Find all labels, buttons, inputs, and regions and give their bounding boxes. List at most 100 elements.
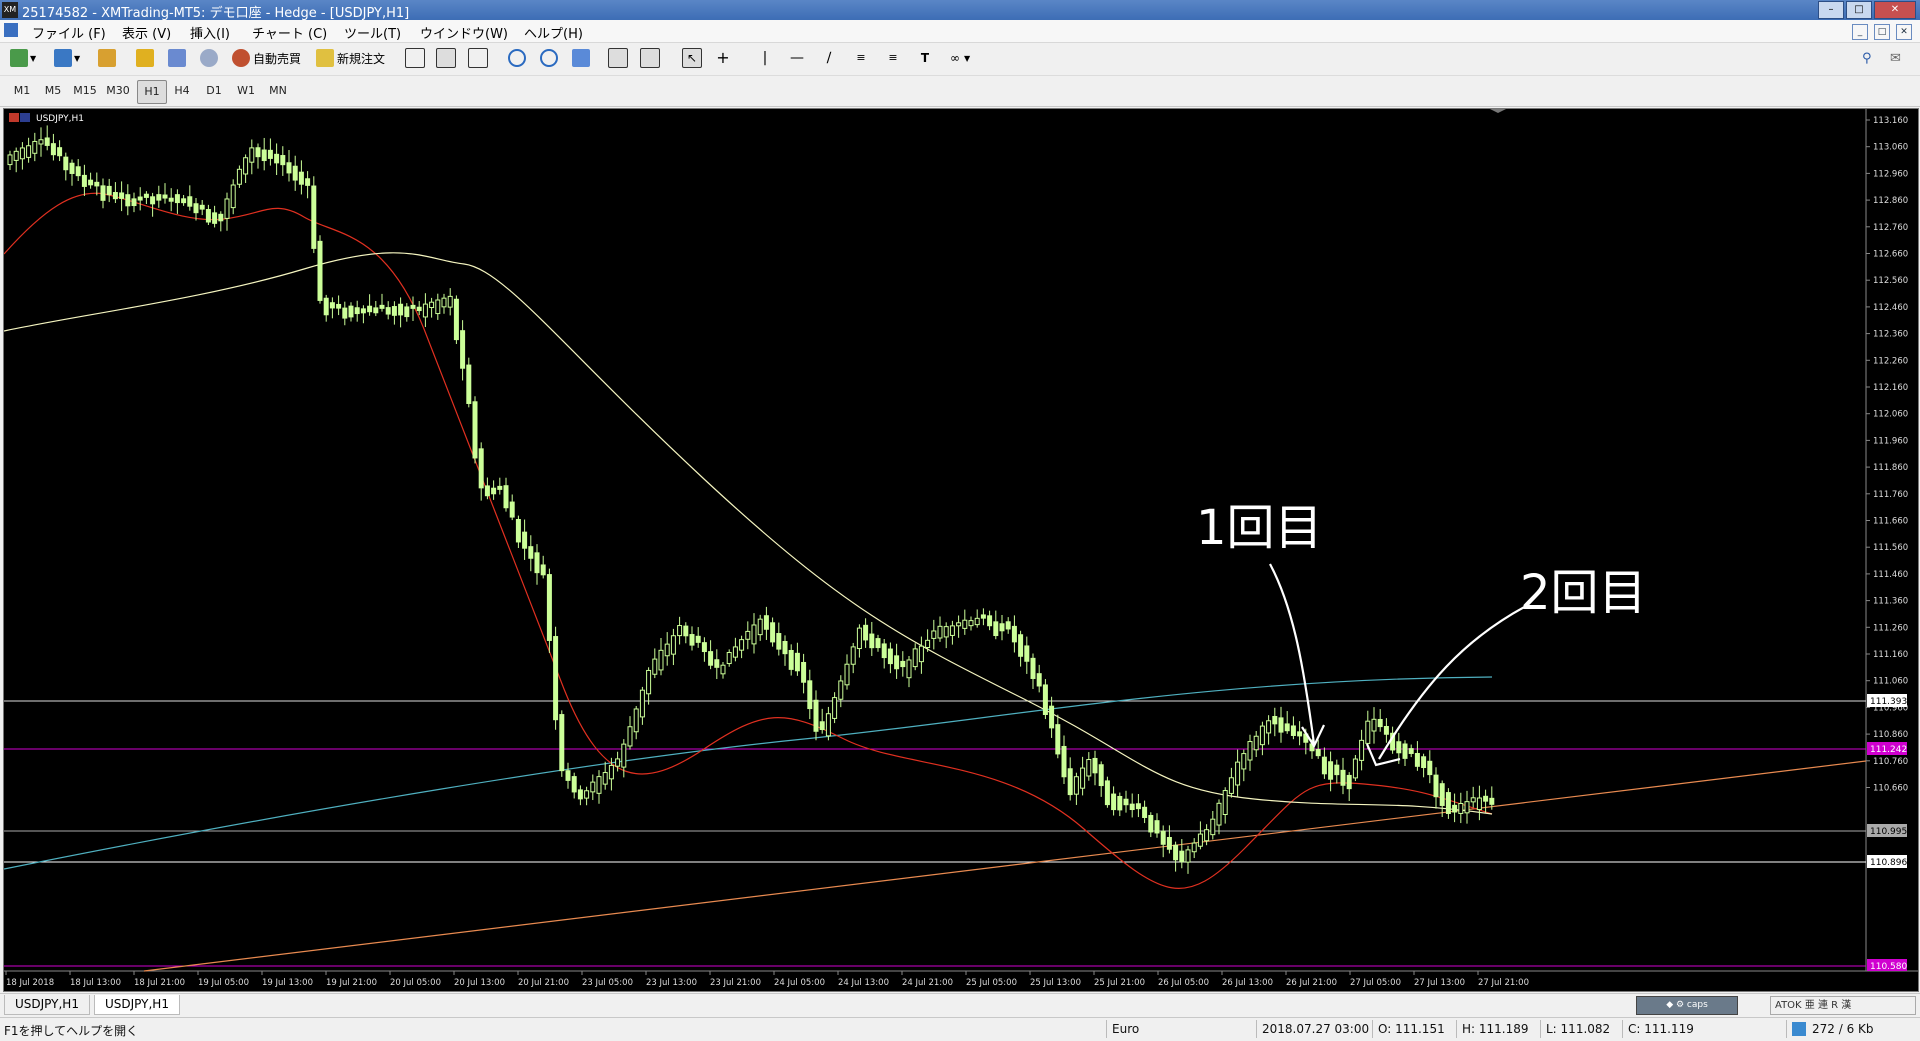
candle-body [534,552,540,574]
timeframe-m15[interactable]: M15 [71,80,99,102]
chat-icon[interactable]: ✉ [1890,51,1901,66]
ime-toolbar-icon[interactable]: ◆ ⚙ caps [1636,996,1738,1015]
chart-canvas[interactable]: 113.160 113.060 112.960 112.860 112.760 112.6… [3,109,1918,991]
candle-body [497,485,503,490]
candle-body [342,307,348,319]
menu-view[interactable]: 表示 (V) [122,23,171,42]
candle-body [94,181,100,187]
time-label: 25 Jul 05:00 [966,978,1017,988]
crosshair-icon[interactable]: + [714,49,732,67]
menu-help[interactable]: ヘルプ(H) [524,23,583,42]
text-tool-icon[interactable]: T [916,49,934,67]
candle-body [763,615,769,630]
chart-shift-icon[interactable] [640,48,660,68]
timeframe-m1[interactable]: M1 [8,80,36,102]
candle-body [1135,803,1141,810]
profiles-icon[interactable] [54,49,72,67]
connection-icon[interactable] [1792,1022,1806,1036]
timeframe-mn[interactable]: MN [264,80,292,102]
timeframe-d1[interactable]: D1 [200,80,228,102]
timeframe-m5[interactable]: M5 [39,80,67,102]
chart-window-icon[interactable] [4,23,18,37]
menu-insert[interactable]: 挿入(I) [190,23,230,42]
auto-trading-label: 自動売買 [253,51,302,66]
candle-body [1290,725,1296,736]
status-bar: F1を押してヘルプを開く Euro 2018.07.27 03:00 O: 11… [0,1017,1920,1041]
candle-body [193,203,199,214]
zoom-in-icon[interactable] [508,49,526,67]
price-label: 112.460 [1873,303,1908,313]
menu-chart[interactable]: チャート (C) [252,23,327,42]
ime-status[interactable]: ATOK 亜 連 R 漢 [1770,996,1916,1015]
candle-body [1142,806,1148,818]
candle-body [881,643,887,659]
price-tag-h5: 110.580 [1867,959,1907,972]
candle-body [1439,783,1445,806]
price-chart[interactable]: 113.160 113.060 112.960 112.860 112.760 112.6… [3,108,1919,992]
timeframe-h4[interactable]: H4 [168,80,196,102]
zoom-out-icon[interactable] [540,49,558,67]
candle-body [32,140,38,154]
candle-body [1042,684,1048,716]
candle-body [19,147,25,160]
mdi-minimize-icon[interactable]: _ [1852,24,1868,40]
minimize-icon[interactable]: – [1818,1,1844,19]
dropdown-arrow-icon[interactable]: ▼ [964,54,970,63]
vertical-line-icon[interactable]: | [756,49,774,67]
candle-body [69,162,75,174]
new-chart-icon[interactable] [10,49,28,67]
search-icon[interactable]: ⚲ [1862,51,1872,66]
candle-body [1284,723,1290,732]
new-order-button[interactable]: 新規注文 [316,47,385,69]
maximize-icon[interactable]: □ [1846,1,1872,19]
toolbox-icon[interactable] [168,49,186,67]
menu-file[interactable]: ファイル (F) [32,23,106,42]
horizontal-line-icon[interactable]: — [788,49,806,67]
market-watch-icon[interactable] [98,49,116,67]
cursor-icon[interactable]: ↖ [682,48,702,68]
price-label: 110.660 [1873,784,1908,794]
navigator-icon[interactable] [136,49,154,67]
candle-body [422,303,428,318]
candle-body [770,622,776,643]
svg-text:111.393: 111.393 [1870,697,1907,707]
price-label: 112.160 [1873,383,1908,393]
candle-body [639,689,645,718]
candle-body [949,625,955,636]
svg-text:1回目: 1回目 [1196,500,1323,556]
candle-body [1352,758,1358,779]
candle-body [683,625,689,637]
chart-tab-2[interactable]: USDJPY,H1 [94,995,180,1015]
candle-body [1160,830,1166,845]
mdi-restore-icon[interactable]: □ [1874,24,1890,40]
price-label: 111.860 [1873,463,1908,473]
candle-body [212,212,218,224]
bar-chart-icon[interactable] [405,48,425,68]
timeframe-w1[interactable]: W1 [232,80,260,102]
candle-body [1173,844,1179,861]
menu-tools[interactable]: ツール(T) [344,23,401,42]
time-label: 19 Jul 21:00 [326,978,377,988]
auto-trading-button[interactable]: 自動売買 [232,47,301,69]
candle-body [385,307,391,315]
signals-icon[interactable] [200,49,218,67]
menu-window[interactable]: ウインドウ(W) [420,23,508,42]
mdi-close-icon[interactable]: ✕ [1896,24,1912,40]
chart-tab-1[interactable]: USDJPY,H1 [4,995,90,1015]
dropdown-arrow-icon[interactable]: ▼ [74,54,80,63]
candle-body [875,638,881,649]
autoscroll-icon[interactable] [608,48,628,68]
trend-line-icon[interactable]: ∕ [820,49,838,67]
line-chart-icon[interactable] [468,48,488,68]
candle-body [292,165,298,181]
dropdown-arrow-icon[interactable]: ▼ [30,54,36,63]
candle-body [1210,818,1216,836]
close-icon[interactable]: ✕ [1874,1,1916,19]
timeframe-h1[interactable]: H1 [137,80,167,104]
fibonacci-fan-icon[interactable]: ≡ [852,49,870,67]
fibonacci-retracement-icon[interactable]: ≡ [884,49,902,67]
shapes-icon[interactable]: ∞ [946,49,964,67]
timeframe-m30[interactable]: M30 [104,80,132,102]
candlestick-chart-icon[interactable] [436,48,456,68]
tile-windows-icon[interactable] [572,49,590,67]
